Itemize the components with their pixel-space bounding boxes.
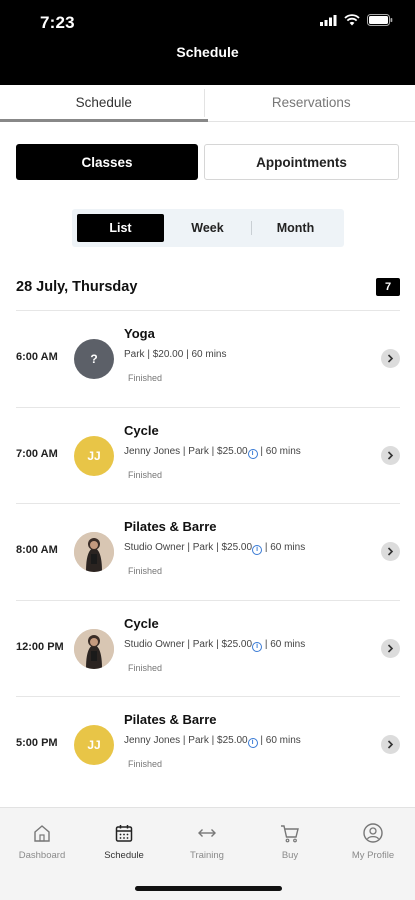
class-status: Finished	[128, 566, 163, 576]
view-list-button[interactable]: List	[77, 214, 164, 242]
nav-label: Buy	[281, 850, 299, 861]
class-meta-text: Studio Owner | Park | $25.00	[124, 638, 253, 650]
status-icons	[320, 14, 393, 26]
chevron-right-icon[interactable]	[381, 542, 400, 561]
info-icon[interactable]: i	[247, 448, 258, 459]
date-label: 28 July, Thursday	[16, 279, 138, 295]
calendar-icon	[115, 825, 133, 842]
class-meta: Studio Owner | Park | $25.00 i | 60 mins	[124, 639, 305, 652]
home-indicator	[135, 886, 282, 891]
tab-schedule[interactable]: Schedule	[0, 85, 208, 122]
class-meta: Jenny Jones | Park | $25.00 i | 60 mins	[124, 735, 301, 748]
chevron-right-icon[interactable]	[381, 349, 400, 368]
class-name: Cycle	[124, 615, 159, 631]
class-row[interactable]: 8:00 AM Pilates & Barre Studio Owner | P…	[16, 503, 400, 600]
class-meta-duration: | 60 mins	[262, 638, 306, 650]
class-name: Cycle	[124, 422, 159, 438]
nav-label: Schedule	[104, 850, 144, 861]
arrows-icon	[198, 829, 216, 837]
avatar: ?	[74, 339, 114, 379]
class-time: 12:00 PM	[16, 640, 64, 653]
top-tabs: Schedule Reservations	[0, 85, 415, 122]
nav-label: My Profile	[351, 850, 395, 861]
class-meta-text: Studio Owner | Park | $25.00	[124, 542, 253, 553]
class-name: Pilates & Barre	[124, 712, 217, 727]
class-row[interactable]: 5:00 PM JJ Pilates & Barre Jenny Jones |…	[16, 696, 400, 793]
nav-dashboard[interactable]: Dashboard	[2, 822, 82, 861]
app-header: 7:23 Schedule	[0, 0, 415, 85]
class-meta-duration: | 60 mins	[262, 542, 306, 553]
class-row[interactable]: 7:00 AM JJ Cycle Jenny Jones | Park | $2…	[16, 406, 400, 504]
class-time: 8:00 AM	[16, 544, 58, 556]
cart-icon	[281, 825, 299, 843]
nav-training[interactable]: Training	[167, 822, 247, 861]
appointments-button[interactable]: Appointments	[204, 144, 399, 180]
signal-icon	[320, 14, 337, 26]
avatar	[74, 532, 114, 572]
class-status: Finished	[128, 373, 163, 383]
nav-label: Dashboard	[18, 850, 66, 861]
page-title: Schedule	[176, 44, 239, 60]
class-status: Finished	[128, 662, 163, 673]
view-week-button[interactable]: Week	[164, 214, 251, 242]
classes-button[interactable]: Classes	[16, 144, 198, 180]
class-meta-duration: | 60 mins	[257, 735, 301, 746]
class-meta: Park | $20.00 | 60 mins	[124, 349, 227, 360]
chevron-right-icon[interactable]	[381, 735, 400, 754]
avatar-text: ?	[90, 352, 98, 366]
avatar: JJ	[74, 725, 114, 765]
class-name: Yoga	[124, 326, 155, 341]
class-row[interactable]: 12:00 PM Cycle Studio Owner | Park | $25…	[16, 599, 400, 697]
nav-my-profile[interactable]: My Profile	[333, 822, 413, 861]
info-icon[interactable]: i	[247, 738, 258, 748]
avatar: JJ	[74, 435, 114, 476]
person-photo-icon	[74, 532, 114, 572]
date-badge: 7	[376, 278, 400, 296]
info-icon[interactable]: i	[252, 641, 263, 652]
status-time: 7:23	[40, 13, 75, 32]
class-time: 5:00 PM	[16, 737, 58, 749]
class-name: Pilates & Barre	[124, 519, 217, 534]
avatar	[74, 628, 114, 669]
avatar-text: JJ	[87, 738, 101, 752]
view-month-button[interactable]: Month	[252, 214, 339, 242]
info-icon[interactable]: i	[252, 545, 263, 555]
battery-icon	[367, 14, 393, 26]
tab-divider	[204, 89, 205, 117]
class-meta-text: Jenny Jones | Park | $25.00	[124, 735, 248, 746]
class-row[interactable]: 6:00 AM ? Yoga Park | $20.00 | 60 mins F…	[16, 310, 400, 407]
person-photo-icon	[74, 628, 114, 669]
class-meta-text: Jenny Jones | Park | $25.00	[124, 445, 248, 457]
nav-schedule[interactable]: Schedule	[84, 822, 164, 861]
class-time: 7:00 AM	[16, 447, 58, 460]
class-meta: Studio Owner | Park | $25.00 i | 60 mins	[124, 542, 305, 555]
chevron-right-icon[interactable]	[381, 445, 400, 465]
user-icon	[363, 823, 383, 843]
class-list: 6:00 AM ? Yoga Park | $20.00 | 60 mins F…	[0, 310, 415, 793]
nav-buy[interactable]: Buy	[250, 822, 330, 861]
chevron-right-icon[interactable]	[381, 638, 400, 658]
wifi-icon	[344, 14, 360, 26]
home-icon	[34, 825, 50, 842]
tab-reservations[interactable]: Reservations	[208, 85, 415, 121]
date-header: 28 July, Thursday 7	[16, 276, 400, 300]
class-meta-duration: | 60 mins	[257, 445, 301, 457]
class-time: 6:00 AM	[16, 351, 58, 363]
view-toggle: List Week Month	[72, 209, 344, 247]
nav-label: Training	[190, 850, 224, 861]
class-status: Finished	[128, 759, 163, 769]
class-meta: Jenny Jones | Park | $25.00 i | 60 mins	[124, 446, 301, 459]
avatar-text: JJ	[87, 448, 101, 463]
class-status: Finished	[128, 469, 163, 480]
